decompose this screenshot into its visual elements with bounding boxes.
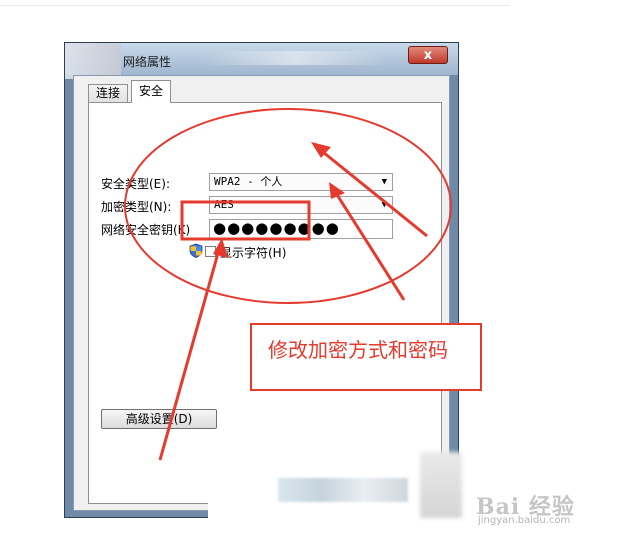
- arrow-to-show-characters: [158, 238, 228, 461]
- tab-security[interactable]: 安全: [131, 80, 172, 103]
- arrow-to-key-field: [329, 182, 406, 301]
- arrow-to-security-type: [311, 142, 428, 238]
- show-characters-highlight: [180, 200, 311, 241]
- highlight-ellipse: [124, 108, 452, 304]
- annotation-overlay: [124, 108, 452, 461]
